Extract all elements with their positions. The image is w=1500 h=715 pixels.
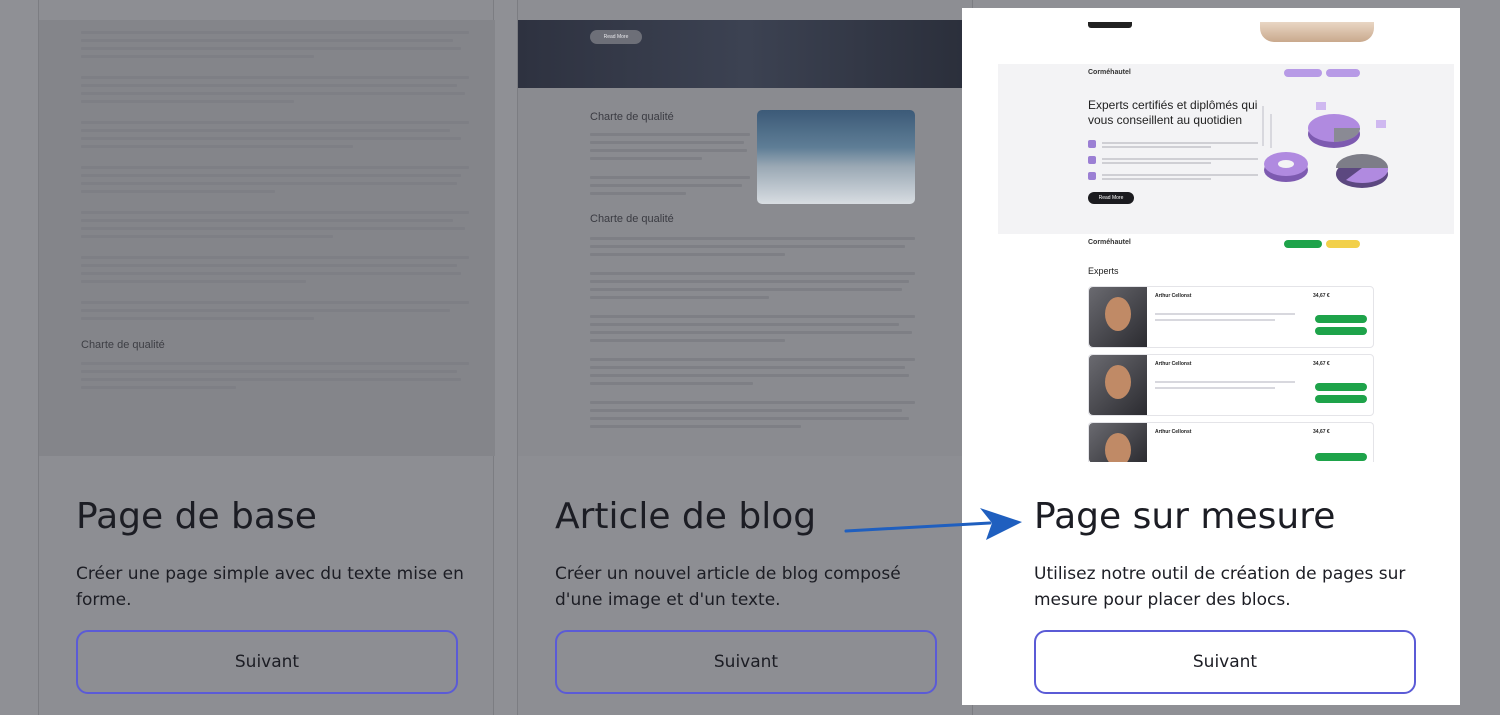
preview-hero-section: Corméhautel Experts certifiés et diplômé…: [998, 64, 1454, 234]
card-article-de-blog: Read More Charte de qualité Charte de qu…: [517, 0, 974, 715]
preview-experts-heading: Experts: [1088, 266, 1119, 276]
card-title: Page de base: [76, 496, 317, 537]
preview-page-sur-mesure: Corméhautel Experts certifiés et diplômé…: [998, 22, 1454, 462]
preview-article-de-blog: Read More Charte de qualité Charte de qu…: [518, 20, 974, 456]
card-page-de-base: Charte de qualité Page de base Créer une…: [38, 0, 495, 715]
card-title: Page sur mesure: [1034, 496, 1336, 537]
card-description: Créer un nouvel article de blog composé …: [555, 564, 901, 610]
preview-read-more-button: Read More: [1088, 192, 1134, 204]
preview-hero-title: Experts certifiés et diplômés qui vous c…: [1088, 98, 1258, 127]
card-description: Utilisez notre outil de création de page…: [1034, 564, 1406, 610]
preview-heading-1: Charte de qualité: [590, 111, 674, 123]
preview-chart-illustration-icon: [1262, 102, 1389, 188]
preview-page-de-base: Charte de qualité: [39, 20, 495, 456]
preview-heading-2: Charte de qualité: [590, 213, 674, 225]
suivant-button-article-de-blog[interactable]: Suivant: [555, 630, 937, 694]
preview-image: [757, 110, 915, 204]
expert-card: Arthur Cellonst 34,67 €: [1088, 286, 1374, 348]
suivant-button-page-de-base[interactable]: Suivant: [76, 630, 458, 694]
card-description: Créer une page simple avec du texte mise…: [76, 564, 464, 610]
card-page-sur-mesure: Corméhautel Experts certifiés et diplômé…: [962, 8, 1460, 705]
expert-card: Arthur Cellonst 34,67 €: [1088, 422, 1374, 462]
arrow-annotation-icon: [844, 508, 1022, 540]
preview-brand: Corméhautel: [1088, 69, 1131, 76]
suivant-button-page-sur-mesure[interactable]: Suivant: [1034, 630, 1416, 694]
preview-heading: Charte de qualité: [81, 339, 165, 351]
expert-card: Arthur Cellonst 34,67 €: [1088, 354, 1374, 416]
read-more-pill: Read More: [590, 30, 642, 44]
card-title: Article de blog: [555, 496, 817, 537]
preview-hero-banner: [518, 20, 974, 88]
preview-brand-2: Corméhautel: [1088, 239, 1131, 246]
